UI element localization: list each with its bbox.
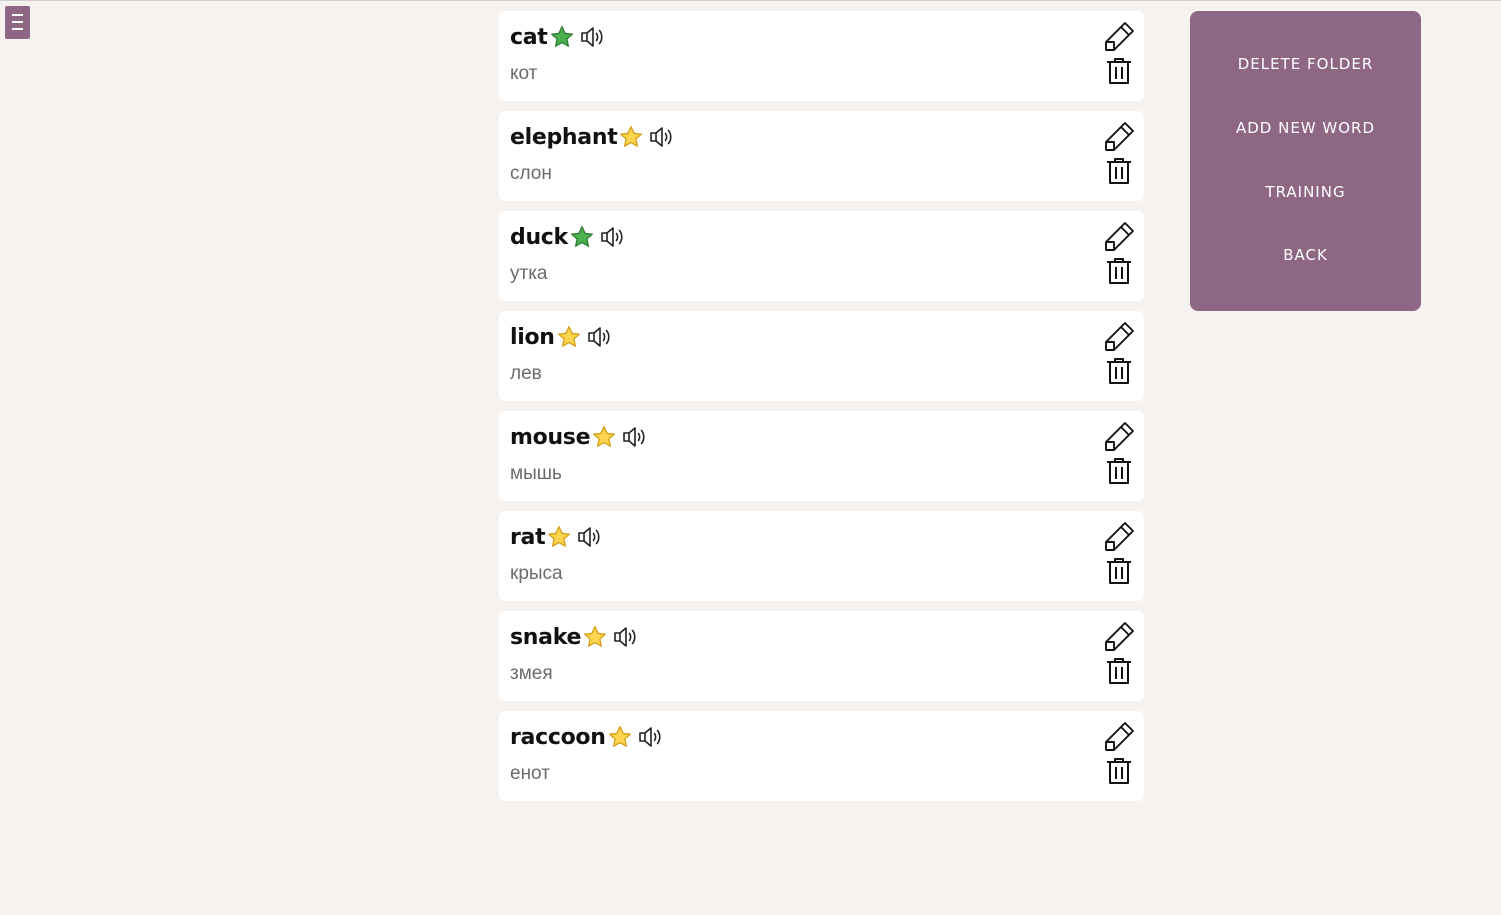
translation-text: лев	[510, 363, 542, 384]
folder-actions-panel: DELETE FOLDER ADD NEW WORD TRAINING BACK	[1190, 11, 1421, 311]
word-header: raccoon	[510, 721, 665, 753]
word-text: snake	[510, 624, 582, 650]
star-icon[interactable]	[569, 224, 595, 250]
word-text: duck	[510, 224, 568, 250]
word-text: cat	[510, 24, 548, 50]
star-icon[interactable]	[549, 24, 575, 50]
word-text: mouse	[510, 424, 591, 450]
pencil-icon[interactable]	[1102, 120, 1136, 154]
speaker-icon[interactable]	[576, 523, 604, 551]
speaker-icon[interactable]	[621, 423, 649, 451]
trash-icon[interactable]	[1105, 457, 1133, 485]
training-button[interactable]: TRAINING	[1190, 183, 1421, 201]
star-icon[interactable]	[607, 724, 633, 750]
hamburger-line	[12, 21, 23, 23]
word-card: mouse мышь	[499, 411, 1144, 501]
translation-text: змея	[510, 663, 553, 684]
back-button[interactable]: BACK	[1190, 246, 1421, 264]
star-icon[interactable]	[618, 124, 644, 150]
word-text: raccoon	[510, 724, 606, 750]
translation-text: енот	[510, 763, 550, 784]
word-card: snake змея	[499, 611, 1144, 701]
word-header: elephant	[510, 121, 676, 153]
trash-icon[interactable]	[1105, 757, 1133, 785]
add-new-word-button[interactable]: ADD NEW WORD	[1190, 119, 1421, 137]
trash-icon[interactable]	[1105, 657, 1133, 685]
speaker-icon[interactable]	[579, 23, 607, 51]
word-list: cat кот elephant слон duck утка lion лев…	[499, 11, 1144, 811]
speaker-icon[interactable]	[599, 223, 627, 251]
pencil-icon[interactable]	[1102, 320, 1136, 354]
word-text: elephant	[510, 124, 618, 150]
star-icon[interactable]	[582, 624, 608, 650]
word-text: rat	[510, 524, 546, 550]
word-card: duck утка	[499, 211, 1144, 301]
word-header: snake	[510, 621, 640, 653]
translation-text: мышь	[510, 463, 562, 484]
pencil-icon[interactable]	[1102, 20, 1136, 54]
pencil-icon[interactable]	[1102, 720, 1136, 754]
word-header: duck	[510, 221, 627, 253]
trash-icon[interactable]	[1105, 57, 1133, 85]
word-card: lion лев	[499, 311, 1144, 401]
star-icon[interactable]	[546, 524, 572, 550]
trash-icon[interactable]	[1105, 257, 1133, 285]
trash-icon[interactable]	[1105, 357, 1133, 385]
star-icon[interactable]	[556, 324, 582, 350]
pencil-icon[interactable]	[1102, 620, 1136, 654]
translation-text: кот	[510, 63, 538, 84]
translation-text: крыса	[510, 563, 563, 584]
speaker-icon[interactable]	[637, 723, 665, 751]
word-header: rat	[510, 521, 604, 553]
pencil-icon[interactable]	[1102, 520, 1136, 554]
pencil-icon[interactable]	[1102, 420, 1136, 454]
word-card: elephant слон	[499, 111, 1144, 201]
hamburger-line	[12, 28, 23, 30]
word-card: rat крыса	[499, 511, 1144, 601]
pencil-icon[interactable]	[1102, 220, 1136, 254]
star-icon[interactable]	[591, 424, 617, 450]
delete-folder-button[interactable]: DELETE FOLDER	[1190, 55, 1421, 73]
trash-icon[interactable]	[1105, 157, 1133, 185]
word-text: lion	[510, 324, 555, 350]
word-header: mouse	[510, 421, 649, 453]
speaker-icon[interactable]	[612, 623, 640, 651]
speaker-icon[interactable]	[586, 323, 614, 351]
word-header: cat	[510, 21, 607, 53]
word-card: raccoon енот	[499, 711, 1144, 801]
word-card: cat кот	[499, 11, 1144, 101]
hamburger-menu-button[interactable]	[5, 6, 30, 39]
speaker-icon[interactable]	[648, 123, 676, 151]
translation-text: утка	[510, 263, 548, 284]
hamburger-line	[12, 14, 23, 16]
word-header: lion	[510, 321, 614, 353]
translation-text: слон	[510, 163, 552, 184]
trash-icon[interactable]	[1105, 557, 1133, 585]
